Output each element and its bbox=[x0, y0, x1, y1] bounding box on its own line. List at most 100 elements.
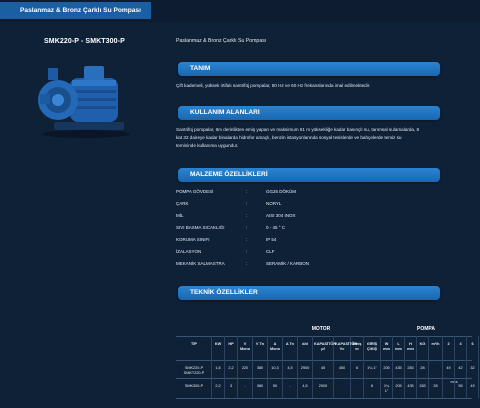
table-cell: 6 bbox=[370, 384, 374, 388]
table-cell: 4,5 bbox=[302, 384, 308, 388]
table-cell: 3 bbox=[229, 384, 233, 388]
table-col-rule bbox=[454, 336, 455, 398]
property-row: POMPA GÖVDESİ: GG25 DÖKÜM bbox=[176, 186, 416, 198]
table-header-cell: 6 bbox=[471, 342, 474, 346]
section-header-malzeme: MALZEME ÖZELLİKLERİ bbox=[178, 168, 440, 182]
table-header-cell: TİP bbox=[191, 342, 197, 346]
pump-image bbox=[38, 66, 130, 138]
table-col-rule bbox=[267, 336, 268, 398]
table-cell: 1¼ 1" bbox=[383, 384, 390, 393]
table-col-rule bbox=[466, 336, 467, 398]
kullanim-line: temininde kullanıma uygundur. bbox=[176, 143, 239, 148]
material-properties: POMPA GÖVDESİ: GG25 DÖKÜM ÇARK: NORYL MİL:… bbox=[176, 186, 416, 270]
section-title: TANIM bbox=[190, 65, 211, 72]
table-cell: 1,6 bbox=[215, 366, 221, 370]
table-header-cell: KAPASİTÖR Vc bbox=[335, 342, 358, 351]
table-cell: 2,2 bbox=[228, 366, 234, 370]
product-model: SMK220-P - SMKT300-P bbox=[44, 38, 125, 45]
table-header-cell: HP bbox=[228, 342, 234, 346]
table-col-rule bbox=[442, 336, 443, 398]
property-row: İZALASYON: CLF bbox=[176, 246, 416, 258]
property-value: AISI 304 INOX bbox=[266, 213, 296, 218]
page-title: Paslanmaz & Bronz Çarklı Su Pompası bbox=[0, 2, 151, 19]
table-cell: 32 bbox=[470, 366, 475, 370]
table-cell: 205 bbox=[383, 366, 390, 370]
table-cell: 6 bbox=[355, 366, 359, 370]
table-header-cell: L mm bbox=[395, 342, 402, 351]
property-key: MİL bbox=[176, 213, 184, 218]
table-cell: 45 bbox=[320, 366, 326, 370]
property-key: POMPA GÖVDESİ bbox=[176, 189, 214, 194]
table-header-cell: m³/h bbox=[431, 342, 440, 346]
table-cell: 49 bbox=[446, 366, 451, 370]
section-title: TEKNİK ÖZELLİKLER bbox=[190, 289, 258, 296]
table-header-cell: KW bbox=[214, 342, 222, 346]
table-header-cell: GİRİŞ ÇIKIŞ bbox=[366, 342, 378, 351]
table-header-cell: V Mono bbox=[239, 342, 251, 351]
table-cell: 42 bbox=[458, 366, 463, 370]
property-row: SIVI BASMA SICAKLIĞI: 0 - 45 ° C bbox=[176, 222, 416, 234]
product-subtitle: Paslanmaz & Bronz Çarklı Su Pompası bbox=[176, 38, 267, 44]
table-cell: SMK300-P bbox=[184, 384, 204, 388]
table-col-rule bbox=[211, 336, 212, 398]
property-colon: : bbox=[246, 225, 248, 230]
property-row: ÇARK: NORYL bbox=[176, 198, 416, 210]
table-header-cell: H mm bbox=[407, 342, 414, 351]
property-value: IP 54 bbox=[266, 237, 277, 242]
table-col-rule bbox=[312, 336, 313, 398]
table-cell: - bbox=[244, 384, 246, 388]
table-header-cell: KG bbox=[419, 342, 426, 346]
property-colon: : bbox=[246, 261, 248, 266]
property-row: MEKANİK SALMASTRA: SERAMİK / KARBON bbox=[176, 258, 416, 270]
table-cell: 1¼ 1" bbox=[367, 366, 377, 370]
table-cell: 283 bbox=[407, 366, 414, 370]
table-cell: 435 bbox=[407, 384, 414, 388]
section-title: KULLANIM ALANLARI bbox=[190, 109, 260, 116]
property-value: GG25 DÖKÜM bbox=[266, 189, 297, 194]
table-header-cell: KAPASİTÖR µf bbox=[314, 342, 337, 351]
table-header-cell: V Trı bbox=[255, 342, 265, 346]
section-header-kullanim: KULLANIM ALANLARI bbox=[178, 106, 440, 120]
table-header-cell: 4 bbox=[459, 342, 462, 346]
table-col-rule bbox=[416, 336, 417, 398]
table-header-cell: W mm bbox=[383, 342, 390, 351]
kullanim-text: Santrifüj pompalar, 6m derinlikten emiş … bbox=[176, 126, 419, 150]
table-cell: 10,3 bbox=[271, 366, 279, 370]
property-key: SIVI BASMA SICAKLIĞI bbox=[176, 225, 225, 230]
property-row: KORUMA SINIFI: IP 54 bbox=[176, 234, 416, 246]
table-cell: 283 bbox=[419, 384, 426, 388]
section-header-teknik: TEKNİK ÖZELLİKLER bbox=[178, 286, 440, 300]
table-header-cell: 2 bbox=[447, 342, 450, 346]
property-value: CLF bbox=[266, 249, 275, 254]
table-cell: - bbox=[289, 384, 291, 388]
table-cell: 205 bbox=[395, 384, 402, 388]
table-col-rule bbox=[428, 336, 429, 398]
table-col-rule bbox=[478, 336, 479, 398]
property-value: 0 - 45 ° C bbox=[266, 225, 286, 230]
table-col-rule bbox=[237, 336, 238, 398]
property-colon: : bbox=[246, 249, 248, 254]
property-colon: : bbox=[246, 201, 248, 206]
property-colon: : bbox=[246, 213, 248, 218]
group-pompa: POMPA bbox=[417, 326, 435, 332]
technical-spec-table: MOTOR POMPA mss TİPKWHPV MonoV TrıA Mono… bbox=[176, 322, 479, 404]
table-cell: 2900 bbox=[318, 384, 328, 388]
property-key: MEKANİK SALMASTRA bbox=[176, 261, 225, 266]
property-key: KORUMA SINIFI bbox=[176, 237, 210, 242]
table-cell: 49 bbox=[470, 384, 475, 388]
table-cell: 28 bbox=[420, 366, 425, 370]
property-colon: : bbox=[246, 189, 248, 194]
section-title: MALZEME ÖZELLİKLERİ bbox=[190, 171, 268, 178]
table-rule bbox=[176, 398, 472, 399]
table-cell: 435 bbox=[395, 366, 402, 370]
table-cell: SMK220-P SMKT220-P bbox=[183, 366, 205, 375]
property-key: ÇARK bbox=[176, 201, 189, 206]
table-col-rule bbox=[297, 336, 298, 398]
kullanim-line: Santrifüj pompalar, 6m derinlikten emiş … bbox=[176, 127, 420, 132]
table-header-cell: A Mono bbox=[269, 342, 281, 351]
tanim-text: Çift kademeli, yüksek irtifalı santrifüj… bbox=[176, 83, 371, 88]
table-cell: 380 bbox=[256, 384, 264, 388]
table-cell: 55 bbox=[458, 384, 463, 388]
table-cell: 380 bbox=[256, 366, 264, 370]
table-cell: 28 bbox=[433, 384, 438, 388]
